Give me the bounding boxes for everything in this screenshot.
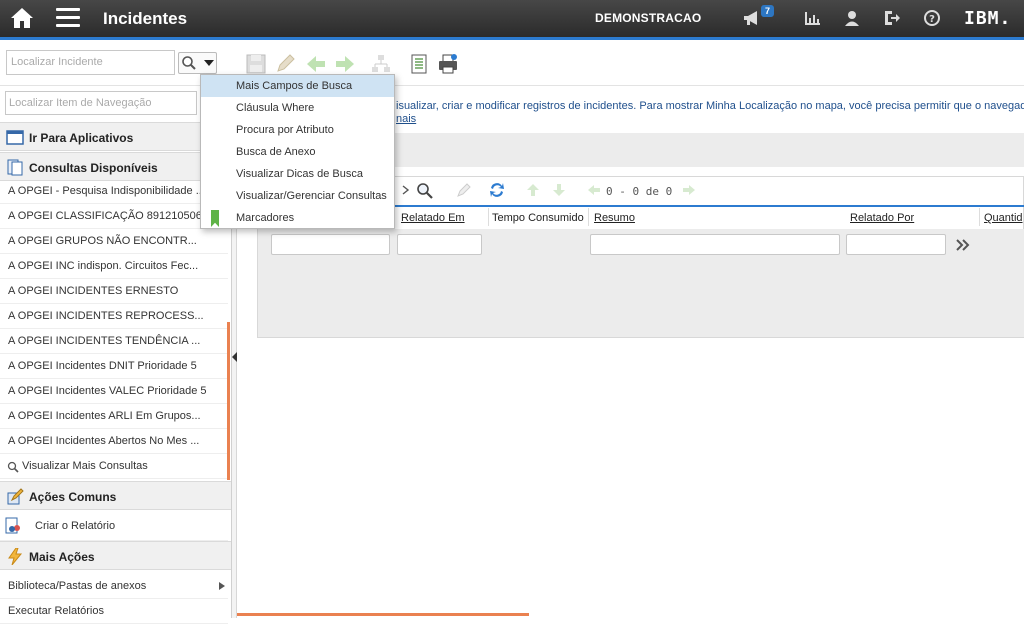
sign-out-icon[interactable] <box>882 9 902 27</box>
app-title: Incidentes <box>103 9 188 28</box>
menu-item-more-search-fields[interactable]: Mais Campos de Busca <box>201 75 394 97</box>
column-header-reported-on[interactable]: Relatado Em <box>401 212 465 224</box>
profile-icon[interactable] <box>842 9 862 27</box>
query-item[interactable]: A OPGEI INCIDENTES TENDÊNCIA ... <box>0 329 228 354</box>
menu-item-search-tips[interactable]: Visualizar Dicas de Busca <box>201 163 394 185</box>
magnifier-icon <box>182 56 196 70</box>
view-more-queries-label: Visualizar Mais Consultas <box>22 460 148 472</box>
double-chevron-right-icon[interactable] <box>956 239 970 251</box>
query-item[interactable]: A OPGEI INC indispon. Circuitos Fec... <box>0 254 228 279</box>
view-more-queries-link[interactable]: Visualizar Mais Consultas <box>0 454 228 479</box>
top-bar: Incidentes DEMONSTRACAO 7 ? IBM. <box>0 0 1024 37</box>
table-body <box>258 261 1024 337</box>
window-icon <box>6 130 24 145</box>
workflow-icon[interactable] <box>370 53 392 75</box>
available-queries-header[interactable]: Consultas Disponíveis <box>0 152 231 181</box>
magnifier-icon <box>7 461 19 473</box>
more-actions-header[interactable]: Mais Ações <box>0 541 231 570</box>
save-icon[interactable] <box>245 53 267 75</box>
column-divider <box>488 208 489 226</box>
chevron-right-icon[interactable] <box>402 185 410 195</box>
available-queries-label: Consultas Disponíveis <box>29 161 158 175</box>
sidebar-scrollbar[interactable] <box>227 322 230 480</box>
filter-reported-by-input[interactable] <box>846 234 946 255</box>
search-options-menu: Mais Campos de Busca Cláusula Where Proc… <box>200 74 395 229</box>
column-header-quantity[interactable]: Quantid <box>984 212 1023 224</box>
menu-item-manage-queries[interactable]: Visualizar/Gerenciar Consultas <box>201 185 394 207</box>
filter-input[interactable] <box>271 234 390 255</box>
help-icon[interactable]: ? <box>922 9 942 27</box>
queries-icon <box>7 159 23 176</box>
query-item[interactable]: A OPGEI - Pesquisa Indisponibilidade ... <box>0 179 228 204</box>
menu-item-where-clause[interactable]: Cláusula Where <box>201 97 394 119</box>
chevron-down-icon <box>204 60 214 66</box>
lightning-icon <box>8 548 23 565</box>
next-page-icon[interactable] <box>682 184 696 196</box>
report-people-icon <box>5 517 20 534</box>
info-message: isualizar, criar e modificar registros d… <box>396 100 1024 112</box>
go-to-apps-label: Ir Para Aplicativos <box>29 131 134 145</box>
create-report-action[interactable]: Criar o Relatório <box>0 512 228 541</box>
next-arrow-icon[interactable] <box>334 53 356 75</box>
query-item[interactable]: A OPGEI Incidentes Abertos No Mes ... <box>0 429 228 454</box>
previous-arrow-icon[interactable] <box>305 53 327 75</box>
hamburger-menu-icon[interactable] <box>56 8 80 28</box>
menu-item-attachment-search[interactable]: Busca de Anexo <box>201 141 394 163</box>
pagination-count: 0 - 0 de 0 <box>606 185 673 198</box>
more-actions-label: Mais Ações <box>29 550 95 564</box>
filter-reported-on-input[interactable] <box>397 234 482 255</box>
common-actions-header[interactable]: Ações Comuns <box>0 481 231 510</box>
menu-item-attribute-search[interactable]: Procura por Atributo <box>201 119 394 141</box>
user-name: DEMONSTRACAO <box>595 11 702 25</box>
menu-item-bookmarks[interactable]: Marcadores <box>201 207 394 229</box>
megaphone-icon[interactable] <box>742 9 762 27</box>
reports-chart-icon[interactable] <box>803 9 823 27</box>
column-header-time-spent: Tempo Consumido <box>492 212 584 224</box>
create-report-label: Criar o Relatório <box>35 520 116 532</box>
clear-filter-icon[interactable] <box>455 183 471 199</box>
go-to-apps-header[interactable]: Ir Para Aplicativos <box>0 122 231 151</box>
ibm-logo: IBM. <box>964 8 1012 29</box>
list-report-icon[interactable] <box>408 53 430 75</box>
query-item[interactable]: A OPGEI Incidentes DNIT Prioridade 5 <box>0 354 228 379</box>
search-options-button[interactable] <box>178 52 217 74</box>
collapse-arrow-icon[interactable] <box>232 352 237 362</box>
query-item[interactable]: A OPGEI GRUPOS NÃO ENCONTR... <box>0 229 228 254</box>
chevron-right-icon <box>219 582 225 590</box>
attachments-library-item[interactable]: Biblioteca/Pastas de anexos <box>0 574 228 599</box>
filter-search-icon[interactable] <box>416 182 434 200</box>
previous-page-icon[interactable] <box>587 184 601 196</box>
svg-text:?: ? <box>929 14 935 25</box>
refresh-icon[interactable] <box>488 181 506 199</box>
run-reports-item[interactable]: Executar Relatórios <box>0 599 228 624</box>
incident-search-input[interactable]: Localizar Incidente <box>6 50 175 75</box>
arrow-down-icon[interactable] <box>552 183 566 197</box>
notification-badge: 7 <box>761 5 775 17</box>
column-header-reported-by[interactable]: Relatado Por <box>850 212 914 224</box>
print-icon[interactable] <box>437 53 459 75</box>
query-item[interactable]: A OPGEI CLASSIFICAÇÃO 891210506 <box>0 204 228 229</box>
pencil-paper-icon <box>7 488 24 505</box>
query-item[interactable]: A OPGEI INCIDENTES ERNESTO <box>0 279 228 304</box>
info-message-link[interactable]: nais <box>396 113 416 125</box>
nav-search-input[interactable]: Localizar Item de Navegação <box>5 91 197 115</box>
common-actions-label: Ações Comuns <box>29 490 117 504</box>
horizontal-scrollbar[interactable] <box>237 613 529 616</box>
attachments-library-label: Biblioteca/Pastas de anexos <box>8 580 147 592</box>
sidebar: Localizar Item de Navegação Ir Para Apli… <box>0 87 232 624</box>
column-divider <box>979 208 980 226</box>
query-item[interactable]: A OPGEI Incidentes VALEC Prioridade 5 <box>0 379 228 404</box>
query-item[interactable]: A OPGEI Incidentes ARLI Em Grupos... <box>0 404 228 429</box>
filter-summary-input[interactable] <box>590 234 840 255</box>
arrow-up-icon[interactable] <box>526 183 540 197</box>
column-divider <box>588 208 589 226</box>
edit-pen-icon[interactable] <box>274 53 296 75</box>
query-item[interactable]: A OPGEI INCIDENTES REPROCESS... <box>0 304 228 329</box>
home-icon[interactable] <box>9 6 35 30</box>
column-header-summary[interactable]: Resumo <box>594 212 635 224</box>
